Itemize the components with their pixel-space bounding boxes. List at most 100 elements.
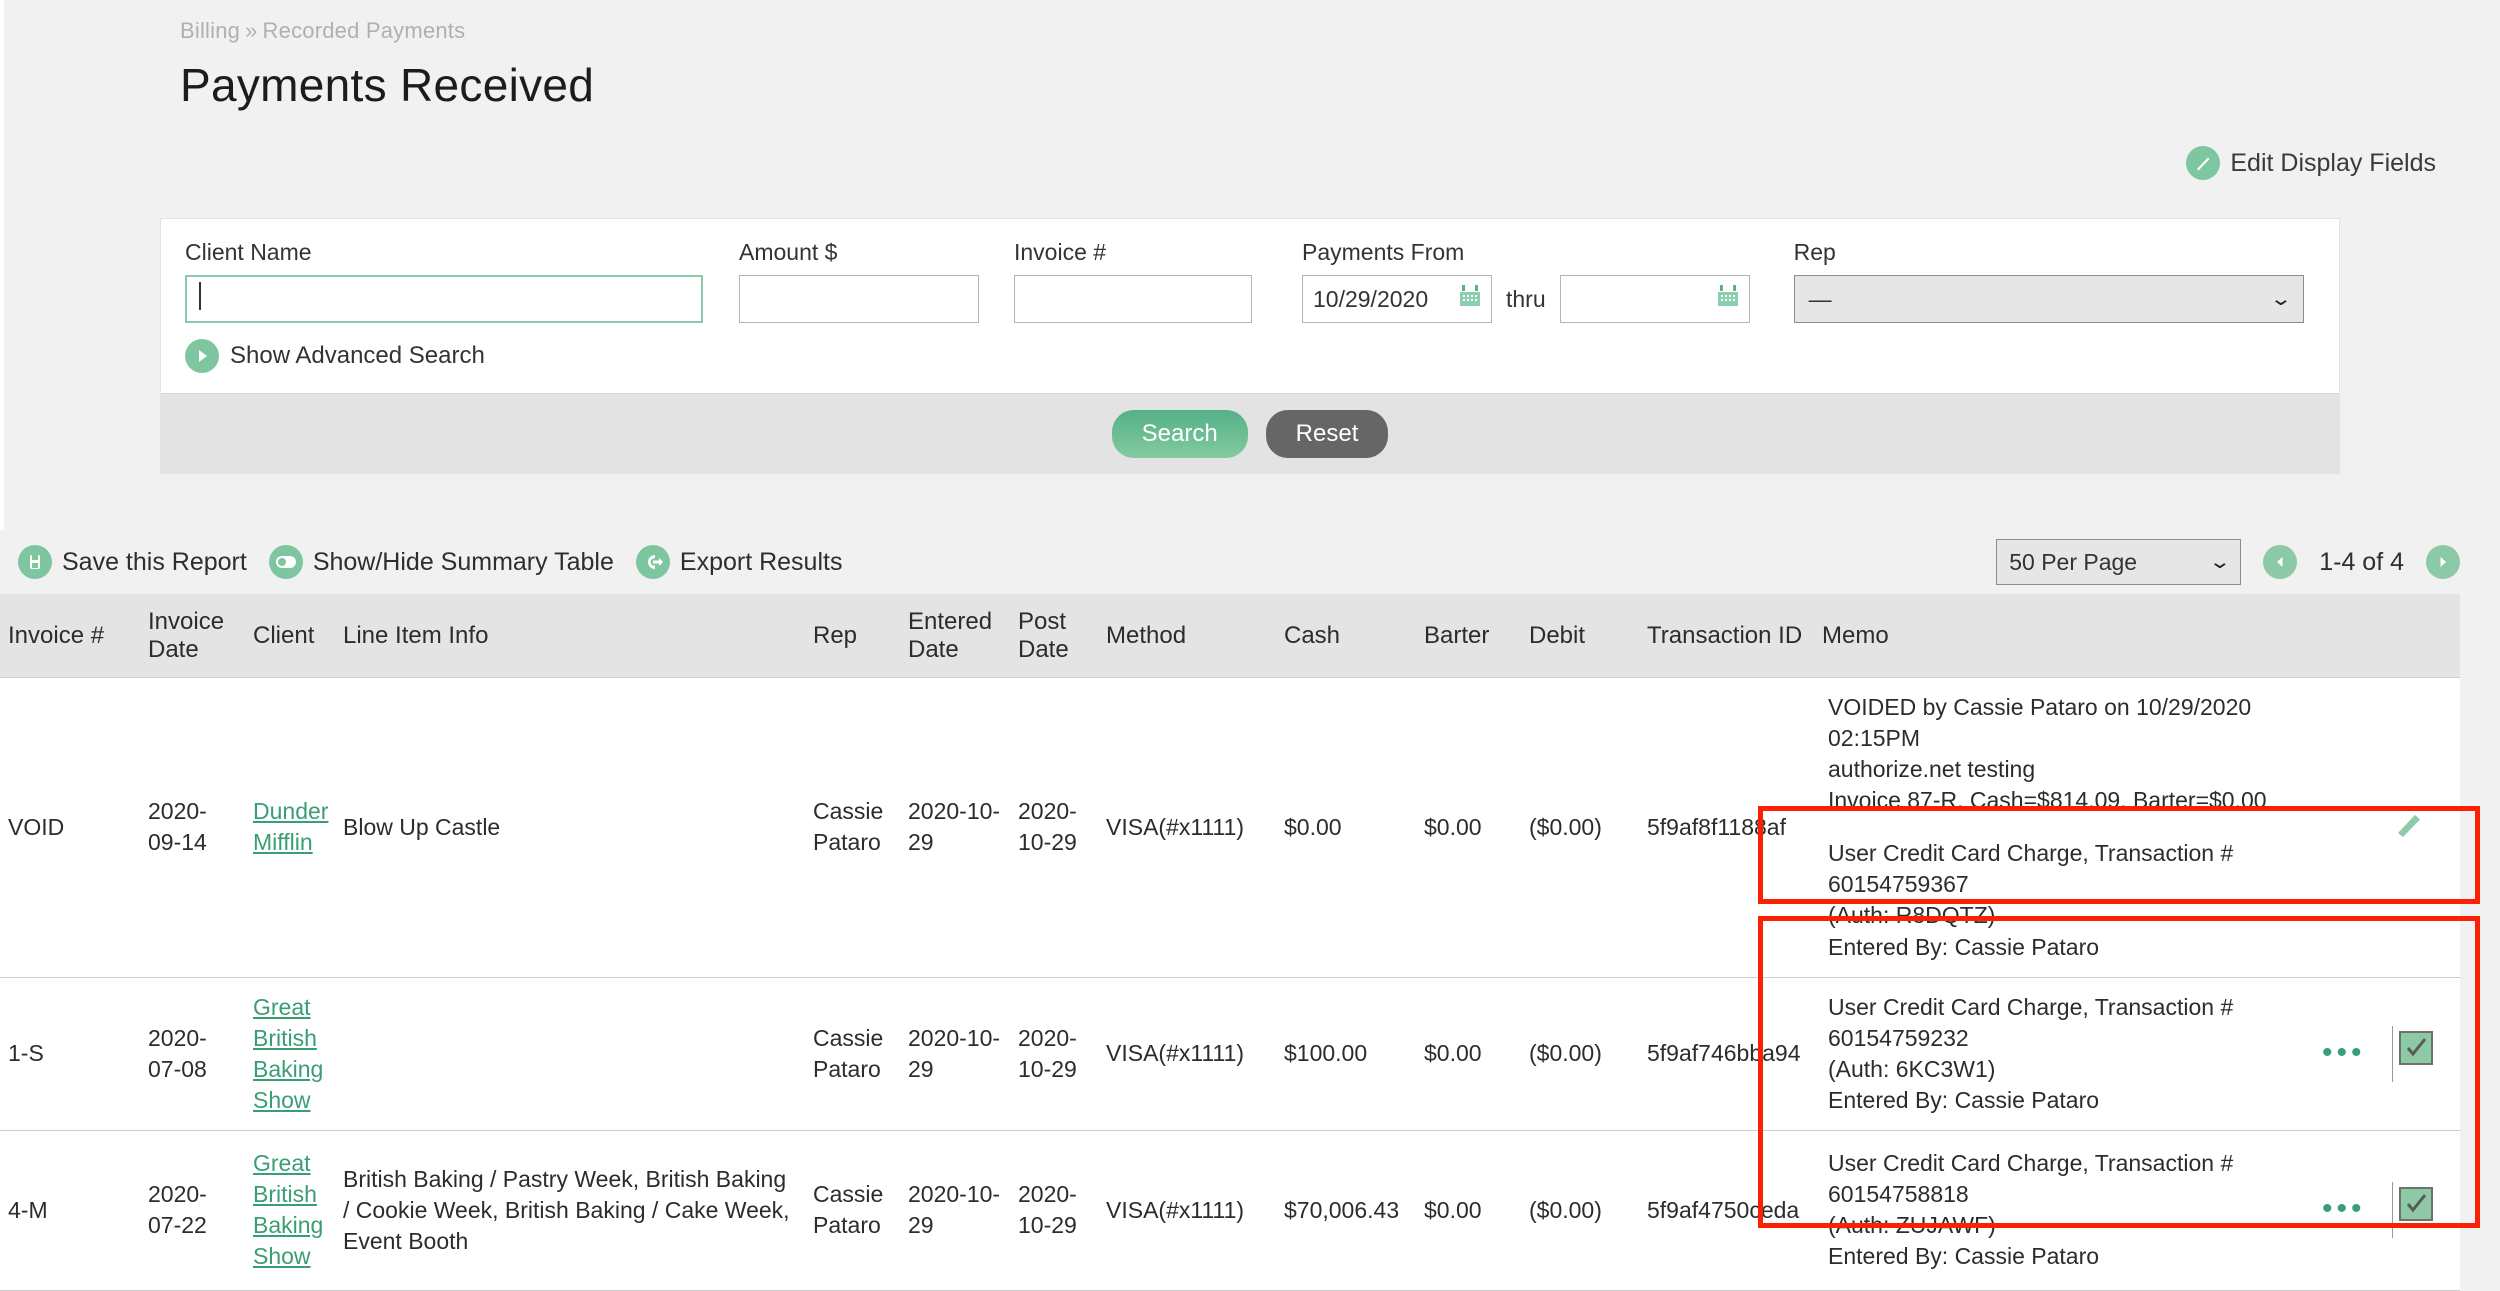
amount-label: Amount $ bbox=[739, 239, 838, 265]
memo-void-note: VOIDED by Cassie Pataro on 10/29/2020 02… bbox=[1828, 694, 2267, 814]
cell-debit: ($0.00) bbox=[1521, 677, 1639, 978]
payments-thru-date-input[interactable] bbox=[1559, 275, 1750, 323]
cell-method: VISA(#x1111) bbox=[1098, 1130, 1276, 1291]
save-this-report-button[interactable]: Save this Report bbox=[18, 545, 247, 579]
payments-from-date-input[interactable]: 10/29/2020 bbox=[1302, 275, 1492, 323]
cell-rep: Cassie Pataro bbox=[805, 1130, 900, 1291]
col-barter[interactable]: Barter bbox=[1416, 594, 1521, 679]
cell-client: Great British Baking Show bbox=[245, 977, 335, 1131]
cell-barter: $0.00 bbox=[1416, 1130, 1521, 1291]
report-toolbar: Save this Report Show/Hide Summary Table… bbox=[0, 530, 2500, 594]
client-name-input[interactable] bbox=[185, 275, 703, 323]
client-link[interactable]: Dunder Mifflin bbox=[253, 798, 328, 855]
cell-line-item-info: British Baking / Pastry Week, British Ba… bbox=[335, 1130, 805, 1291]
page-header: Billing» Recorded Payments Payments Recei… bbox=[180, 18, 594, 112]
breadcrumb: Billing» Recorded Payments bbox=[180, 18, 594, 44]
cell-actions: ••• bbox=[2314, 1130, 2384, 1291]
rep-selected-value: — bbox=[1808, 285, 1832, 312]
next-page-button[interactable] bbox=[2426, 545, 2460, 579]
payments-from-value: 10/29/2020 bbox=[1313, 285, 1429, 312]
cell-cash: $0.00 bbox=[1276, 677, 1416, 978]
more-dots-icon[interactable]: ••• bbox=[2322, 1192, 2366, 1225]
col-debit[interactable]: Debit bbox=[1521, 594, 1639, 679]
col-memo[interactable]: Memo bbox=[1814, 594, 2314, 679]
col-line-item-info[interactable]: Line Item Info bbox=[335, 594, 805, 679]
breadcrumb-parent[interactable]: Billing bbox=[180, 18, 240, 43]
cell-barter: $0.00 bbox=[1416, 677, 1521, 978]
row-checkbox[interactable] bbox=[2399, 1187, 2434, 1222]
search-fields-row: Client Name Amount $ Invoice # Payments … bbox=[161, 219, 2339, 323]
table-row: 1-S 2020-07-08 Great British Baking Show… bbox=[0, 977, 2460, 1131]
calendar-icon[interactable] bbox=[1715, 283, 1741, 315]
calendar-icon[interactable] bbox=[1457, 283, 1483, 315]
pagination-range: 1-4 of 4 bbox=[2319, 547, 2404, 576]
cell-client: Dunder Mifflin bbox=[245, 677, 335, 978]
col-invoice-date[interactable]: Invoice Date bbox=[140, 594, 245, 679]
export-icon bbox=[635, 545, 670, 579]
per-page-select[interactable]: 50 Per Page ⌄ bbox=[1996, 539, 2242, 585]
per-page-value: 50 Per Page bbox=[2009, 548, 2138, 575]
col-method[interactable]: Method bbox=[1098, 594, 1276, 679]
breadcrumb-separator: » bbox=[245, 18, 258, 43]
cell-divider bbox=[2392, 1025, 2393, 1082]
date-range-row: 10/29/2020 thru bbox=[1302, 275, 1750, 323]
row-checkbox[interactable] bbox=[2399, 1030, 2434, 1065]
edit-display-fields-link[interactable]: Edit Display Fields bbox=[2186, 146, 2436, 180]
cell-cash: $70,006.43 bbox=[1276, 1130, 1416, 1291]
show-hide-summary-table-button[interactable]: Show/Hide Summary Table bbox=[268, 545, 614, 579]
payments-from-label: Payments From bbox=[1302, 239, 1465, 265]
client-link[interactable]: Great British Baking Show bbox=[253, 994, 323, 1113]
cell-memo: VOIDED by Cassie Pataro on 10/29/2020 02… bbox=[1814, 677, 2314, 978]
col-invoice-number[interactable]: Invoice # bbox=[0, 594, 140, 679]
table-row: VOID 2020-09-14 Dunder Mifflin Blow Up C… bbox=[0, 677, 2460, 978]
col-entered-date[interactable]: Entered Date bbox=[900, 594, 1010, 679]
cell-select bbox=[2384, 977, 2460, 1131]
cell-invoice-number: VOID bbox=[0, 677, 140, 978]
col-actions bbox=[2314, 594, 2384, 679]
col-rep[interactable]: Rep bbox=[805, 594, 900, 679]
cell-invoice-number: 4-M bbox=[0, 1130, 140, 1291]
cell-post-date: 2020-10-29 bbox=[1010, 677, 1098, 978]
table-row: 4-M 2020-07-22 Great British Baking Show… bbox=[0, 1130, 2460, 1291]
col-post-date[interactable]: Post Date bbox=[1010, 594, 1098, 679]
memo-charge-note: User Credit Card Charge, Transaction # 6… bbox=[1828, 993, 2234, 1113]
invoice-number-input[interactable] bbox=[1014, 275, 1252, 323]
cell-select bbox=[2384, 1130, 2460, 1291]
cell-entered-date: 2020-10-29 bbox=[900, 1130, 1010, 1291]
edit-display-fields-label: Edit Display Fields bbox=[2230, 148, 2436, 177]
prev-page-button[interactable] bbox=[2263, 545, 2298, 579]
search-button[interactable]: Search bbox=[1111, 409, 1248, 458]
cell-line-item-info: Blow Up Castle bbox=[335, 677, 805, 978]
cell-transaction-id: 5f9af4750ceda bbox=[1639, 1130, 1814, 1291]
show-advanced-search-link[interactable]: Show Advanced Search bbox=[161, 323, 2339, 393]
more-dots-icon[interactable]: ••• bbox=[2322, 1036, 2366, 1069]
export-results-button[interactable]: Export Results bbox=[635, 545, 842, 579]
cell-entered-date: 2020-10-29 bbox=[900, 977, 1010, 1131]
memo-charge-note: User Credit Card Charge, Transaction # 6… bbox=[1828, 840, 2234, 960]
client-link[interactable]: Great British Baking Show bbox=[253, 1150, 323, 1269]
reset-button[interactable]: Reset bbox=[1265, 409, 1389, 458]
amount-input[interactable] bbox=[739, 275, 979, 323]
memo-charge-note: User Credit Card Charge, Transaction # 6… bbox=[1828, 1150, 2234, 1270]
cell-memo: User Credit Card Charge, Transaction # 6… bbox=[1814, 977, 2314, 1131]
cell-post-date: 2020-10-29 bbox=[1010, 977, 1098, 1131]
cell-memo: User Credit Card Charge, Transaction # 6… bbox=[1814, 1130, 2314, 1291]
cell-debit: ($0.00) bbox=[1521, 977, 1639, 1131]
payments-table: Invoice # Invoice Date Client Line Item … bbox=[0, 594, 2460, 1291]
cell-invoice-date: 2020-07-08 bbox=[140, 977, 245, 1131]
chevron-down-icon: ⌄ bbox=[2269, 288, 2293, 310]
cell-post-date: 2020-10-29 bbox=[1010, 1130, 1098, 1291]
col-client[interactable]: Client bbox=[245, 594, 335, 679]
save-this-report-label: Save this Report bbox=[62, 547, 247, 576]
col-transaction-id[interactable]: Transaction ID bbox=[1639, 594, 1814, 679]
cell-invoice-date: 2020-07-22 bbox=[140, 1130, 245, 1291]
cell-divider bbox=[2392, 1182, 2393, 1239]
page-left-rail bbox=[0, 0, 4, 530]
cell-cash: $100.00 bbox=[1276, 977, 1416, 1131]
rep-select[interactable]: — ⌄ bbox=[1793, 275, 2304, 323]
chevron-down-icon: ⌄ bbox=[2208, 551, 2232, 573]
cell-barter: $0.00 bbox=[1416, 977, 1521, 1131]
edit-pencil-icon[interactable] bbox=[2392, 815, 2426, 845]
breadcrumb-current[interactable]: Recorded Payments bbox=[263, 18, 466, 43]
col-cash[interactable]: Cash bbox=[1276, 594, 1416, 679]
